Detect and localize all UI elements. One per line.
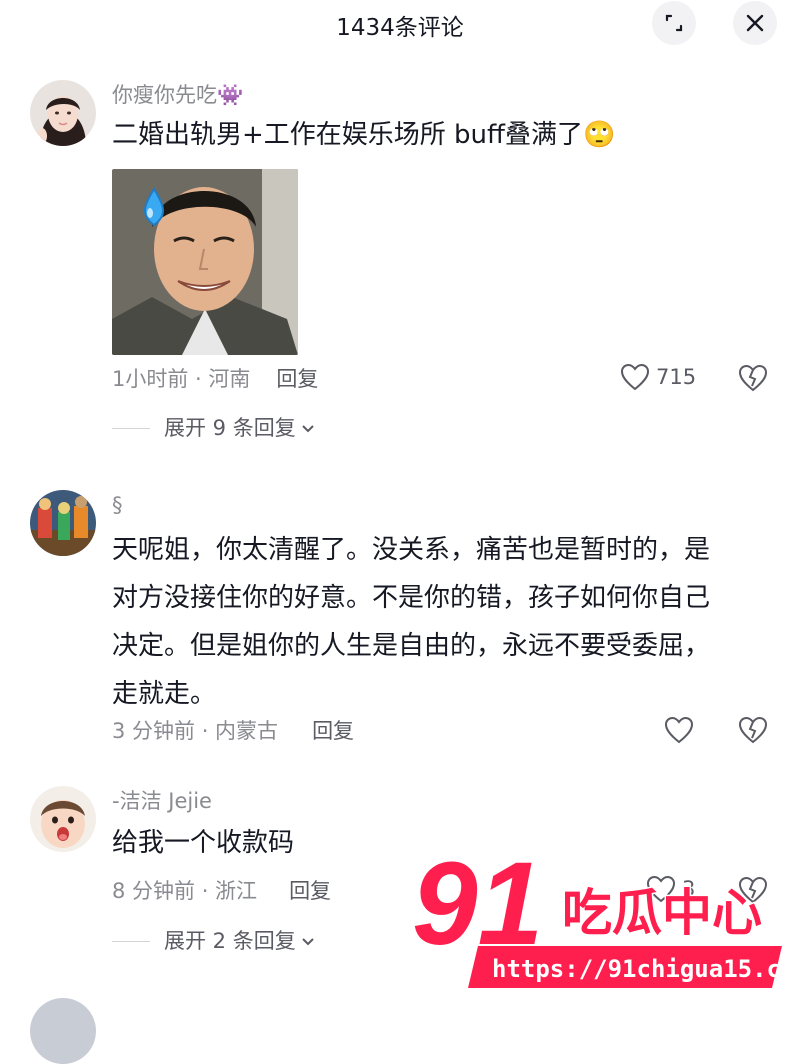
- expand-replies-label: 展开 2 条回复: [164, 929, 296, 953]
- reply-button[interactable]: 回复: [276, 367, 318, 391]
- chevron-down-icon: [302, 938, 314, 946]
- broken-heart-icon[interactable]: [738, 716, 768, 744]
- avatar[interactable]: [30, 80, 96, 146]
- comment-time-location: 3 分钟前 · 内蒙古: [112, 719, 279, 743]
- expand-replies[interactable]: 展开 9 条回复: [112, 413, 316, 443]
- like-button[interactable]: 715: [620, 363, 696, 391]
- comment-username[interactable]: 你瘦你先吃👾: [112, 80, 772, 110]
- comments-header: 1434条评论: [0, 0, 800, 52]
- like-count: 715: [656, 365, 697, 389]
- expand-replies-label: 展开 9 条回复: [164, 416, 296, 440]
- avatar[interactable]: [30, 786, 96, 852]
- comment-text-line: 对方没接住你的好意。不是你的错，孩子如何你自己: [112, 583, 711, 613]
- comment-username[interactable]: -洁洁 Jejie: [112, 786, 772, 816]
- avatar[interactable]: [30, 998, 96, 1064]
- comment-text-line: 天呢姐，你太清醒了。没关系，痛苦也是暂时的，是: [112, 535, 711, 565]
- divider: [112, 427, 150, 429]
- expand-button[interactable]: [652, 1, 696, 45]
- reply-button[interactable]: 回复: [289, 879, 331, 903]
- comment-time-location: 8 分钟前 · 浙江: [112, 879, 258, 903]
- comment-meta: 1小时前 · 河南 回复: [112, 364, 318, 394]
- comment-text-line: 二婚出轨男+工作在娱乐场所 buff叠满了🙄: [112, 120, 616, 150]
- comment-text-line: 走就走。: [112, 679, 217, 709]
- avatar[interactable]: [30, 490, 96, 556]
- reply-button[interactable]: 回复: [312, 719, 354, 743]
- heart-icon: [620, 363, 650, 391]
- chevron-down-icon: [302, 425, 314, 433]
- heart-icon[interactable]: [664, 716, 694, 744]
- close-button[interactable]: [733, 1, 777, 45]
- meme-image[interactable]: [112, 169, 298, 355]
- comment-meta: 3 分钟前 · 内蒙古 回复: [112, 716, 354, 746]
- watermark-url: https://91chigua15.com: [492, 955, 790, 983]
- close-icon: [746, 14, 764, 32]
- broken-heart-icon[interactable]: [738, 364, 768, 392]
- comment-text-line: 决定。但是姐你的人生是自由的，永远不要受委屈，: [112, 631, 711, 661]
- comment-meta: 8 分钟前 · 浙江 回复: [112, 876, 331, 906]
- watermark-text: 吃瓜中心: [562, 884, 762, 942]
- comment-username[interactable]: §: [112, 490, 772, 520]
- expand-replies[interactable]: 展开 2 条回复: [112, 926, 316, 956]
- watermark-logo: 91 吃瓜中心 https://91chigua15.com: [411, 837, 790, 988]
- comment-text: 二婚出轨男+工作在娱乐场所 buff叠满了🙄: [112, 114, 772, 156]
- comment-text: 天呢姐，你太清醒了。没关系，痛苦也是暂时的，是 对方没接住你的好意。不是你的错，…: [112, 526, 772, 718]
- divider: [112, 940, 150, 942]
- expand-icon: [665, 14, 683, 32]
- comment-time-location: 1小时前 · 河南: [112, 367, 251, 391]
